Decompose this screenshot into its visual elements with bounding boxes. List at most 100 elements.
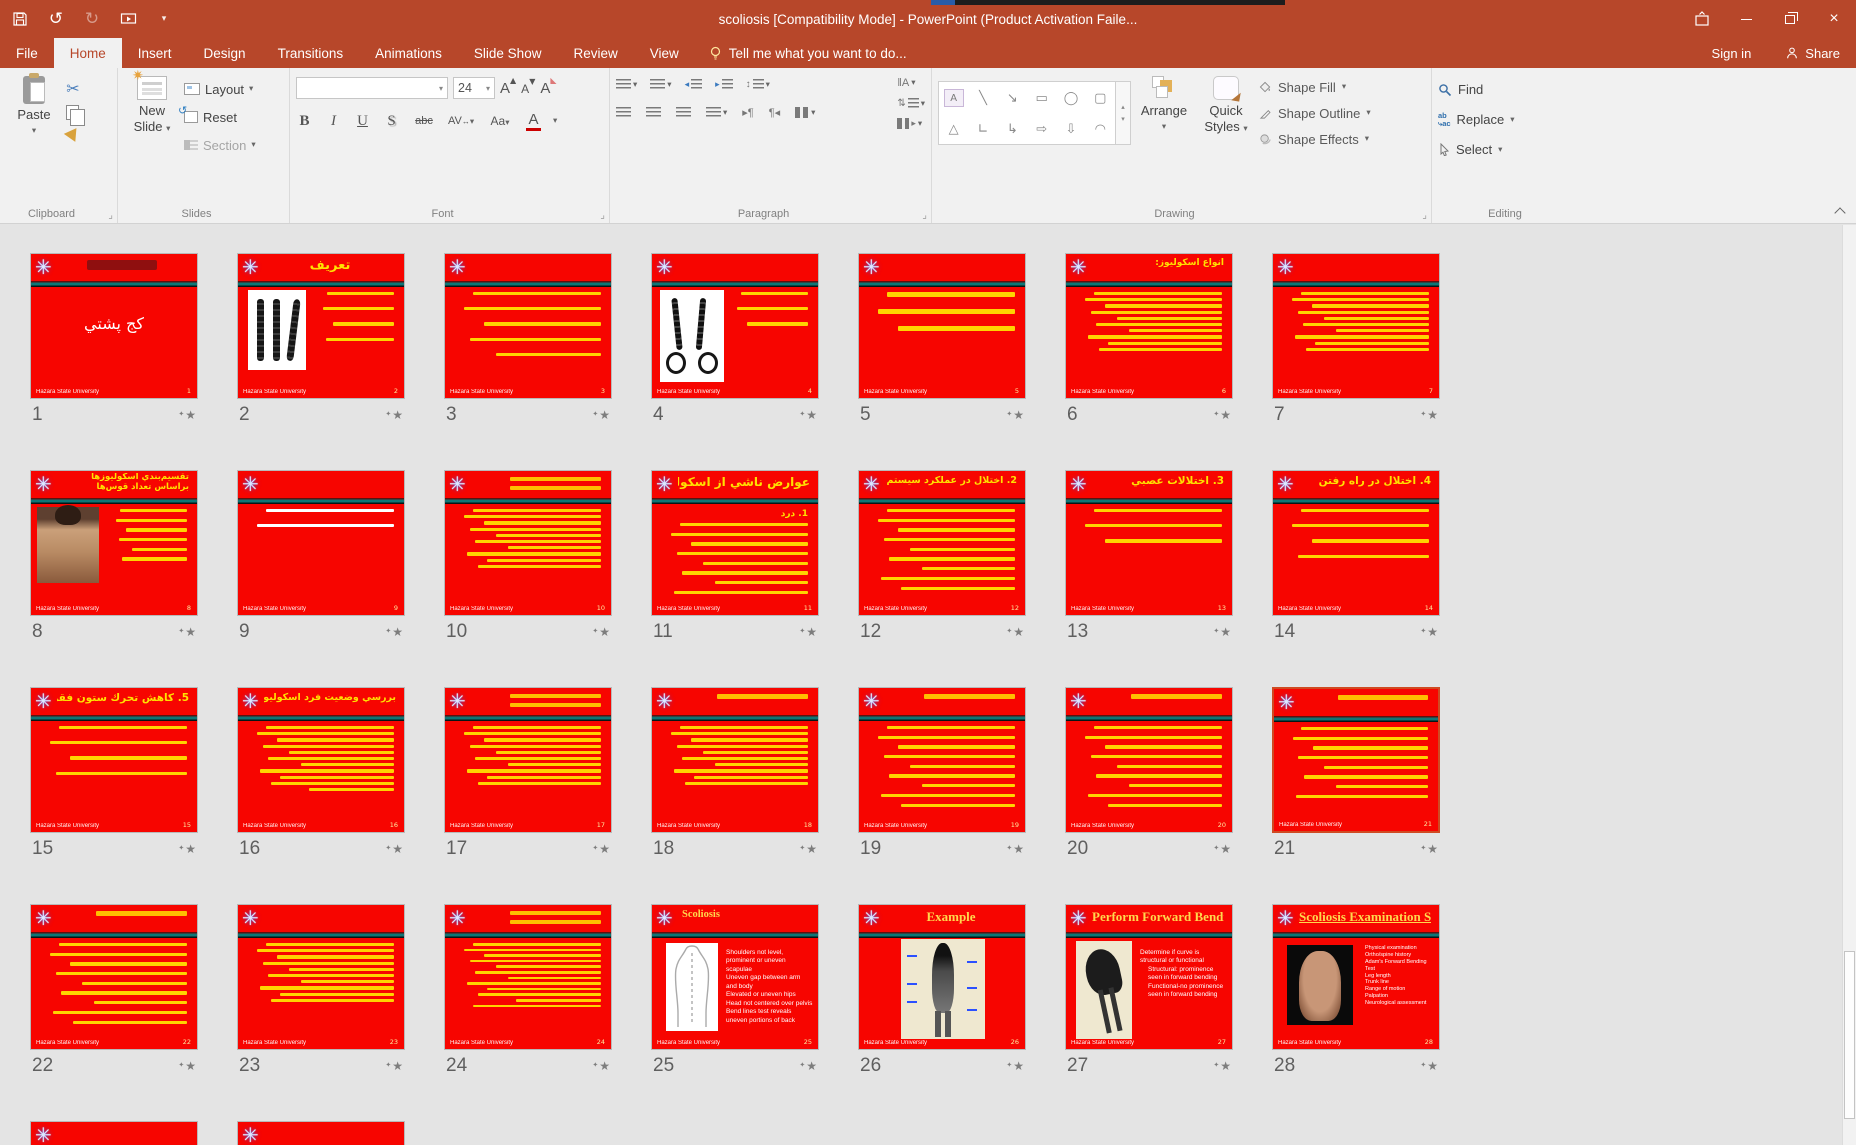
animation-indicator-icon[interactable]: ✦★ <box>799 408 817 422</box>
right-to-left-icon[interactable]: ¶◂ <box>769 106 780 119</box>
animation-indicator-icon[interactable]: ✦★ <box>1420 1059 1438 1073</box>
tab-review[interactable]: Review <box>557 38 633 68</box>
font-name-combo[interactable]: ▾ <box>296 77 448 99</box>
new-slide-button[interactable]: NewSlide ▾ <box>124 73 180 203</box>
character-spacing-button[interactable]: AV↔▾ <box>448 115 474 127</box>
shape-effects-button[interactable]: Shape Effects▾ <box>1259 129 1371 149</box>
slide-thumbnail-10[interactable]: ✳Hazara State University10 <box>444 470 612 616</box>
animation-indicator-icon[interactable]: ✦★ <box>1420 625 1438 639</box>
shape-glyph-5[interactable]: ▢ <box>1094 91 1106 106</box>
animation-indicator-icon[interactable]: ✦★ <box>592 842 610 856</box>
shape-glyph-9[interactable]: ⇨ <box>1036 122 1047 137</box>
animation-indicator-icon[interactable]: ✦★ <box>178 842 196 856</box>
align-text-button[interactable]: ⇅▾ <box>897 98 925 109</box>
close-button[interactable]: × <box>1812 0 1856 38</box>
animation-indicator-icon[interactable]: ✦★ <box>1006 1059 1024 1073</box>
slide-thumbnail-7[interactable]: ✳Hazara State University7 <box>1272 253 1440 399</box>
collapse-ribbon-icon[interactable] <box>1834 207 1845 218</box>
animation-indicator-icon[interactable]: ✦★ <box>178 408 196 422</box>
justify-icon[interactable]: ▾ <box>706 107 727 118</box>
bullets-button[interactable]: ▾ <box>616 79 637 90</box>
shape-glyph-4[interactable]: ◯ <box>1064 91 1079 106</box>
undo-icon[interactable]: ↺ <box>46 9 66 29</box>
animation-indicator-icon[interactable]: ✦★ <box>1213 1059 1231 1073</box>
paragraph-dialog-launcher[interactable]: ⌟ <box>922 210 927 221</box>
animation-indicator-icon[interactable]: ✦★ <box>1006 842 1024 856</box>
shape-glyph-2[interactable]: ↘ <box>1007 91 1018 106</box>
tab-home[interactable]: Home <box>54 38 122 68</box>
left-to-right-icon[interactable]: ▸¶ <box>742 106 753 119</box>
increase-indent-icon[interactable]: ▸ <box>715 79 733 90</box>
align-center-icon[interactable] <box>646 107 661 118</box>
align-left-icon[interactable] <box>616 107 631 118</box>
shape-glyph-6[interactable]: △ <box>949 122 959 137</box>
animation-indicator-icon[interactable]: ✦★ <box>1006 408 1024 422</box>
vertical-scrollbar[interactable] <box>1842 225 1856 1145</box>
slide-thumbnail-20[interactable]: ✳Hazara State University20 <box>1065 687 1233 833</box>
customize-qat-arrow[interactable]: ▾ <box>154 9 174 29</box>
slide-thumbnail-19[interactable]: ✳Hazara State University19 <box>858 687 1026 833</box>
save-icon[interactable] <box>10 9 30 29</box>
slide-thumbnail-9[interactable]: ✳Hazara State University9 <box>237 470 405 616</box>
slide-thumbnail-13[interactable]: ✳3. اختلالات عصبيHazara State University… <box>1065 470 1233 616</box>
sign-in-button[interactable]: Sign in <box>1694 38 1770 68</box>
shape-glyph-7[interactable]: ∟ <box>978 122 989 137</box>
shapes-gallery-more[interactable]: ▴▾ <box>1116 81 1131 145</box>
start-from-beginning-icon[interactable] <box>118 9 138 29</box>
slide-thumbnail-21[interactable]: ✳Hazara State University21 <box>1272 687 1440 833</box>
line-spacing-button[interactable]: ↕▾ <box>746 79 770 90</box>
paste-button[interactable]: Paste▾ <box>6 73 62 203</box>
slide-thumbnail-25[interactable]: ✳ScoliosisShoulders not level, prominent… <box>651 904 819 1050</box>
align-right-icon[interactable] <box>676 107 691 118</box>
shape-glyph-0[interactable]: A <box>944 89 964 107</box>
animation-indicator-icon[interactable]: ✦★ <box>592 1059 610 1073</box>
tab-file[interactable]: File <box>0 38 54 68</box>
slide-thumbnail-28[interactable]: ✳Scoliosis Examination SummaryPhysical e… <box>1272 904 1440 1050</box>
cut-icon[interactable]: ✂ <box>66 79 80 98</box>
tab-insert[interactable]: Insert <box>122 38 188 68</box>
slide-thumbnail-26[interactable]: ✳ExampleHazara State University26 <box>858 904 1026 1050</box>
drawing-dialog-launcher[interactable]: ⌟ <box>1422 210 1427 221</box>
animation-indicator-icon[interactable]: ✦★ <box>1006 625 1024 639</box>
redo-icon[interactable]: ↻ <box>82 9 102 29</box>
text-shadow-button[interactable]: S <box>383 113 400 130</box>
slide-thumbnail-24[interactable]: ✳Hazara State University24 <box>444 904 612 1050</box>
shape-glyph-1[interactable]: ╲ <box>979 91 987 106</box>
font-color-button[interactable]: A <box>526 111 541 131</box>
scrollbar-thumb[interactable] <box>1844 951 1855 1119</box>
slide-thumbnail-8[interactable]: ✳تقسيم‌بندي اسكوليوزها براساس تعداد قوس‌… <box>30 470 198 616</box>
strikethrough-button[interactable]: abc <box>412 115 436 127</box>
slide-thumbnail-29[interactable]: ✳ <box>30 1121 198 1145</box>
shape-fill-button[interactable]: Shape Fill▾ <box>1259 77 1371 97</box>
restore-button[interactable] <box>1768 0 1812 38</box>
animation-indicator-icon[interactable]: ✦★ <box>592 625 610 639</box>
clear-formatting-icon[interactable]: A◣ <box>540 80 556 97</box>
decrease-indent-icon[interactable]: ◂ <box>685 79 703 90</box>
ribbon-display-options-icon[interactable] <box>1680 0 1724 38</box>
slide-thumbnail-12[interactable]: ✳2. اختلال در عملكرد سيستم قلبي ريويHaza… <box>858 470 1026 616</box>
bold-button[interactable]: B <box>296 113 313 130</box>
clipboard-dialog-launcher[interactable]: ⌟ <box>108 210 113 221</box>
slide-thumbnail-6[interactable]: ✳انواع اسكوليوز:Hazara State University6 <box>1065 253 1233 399</box>
tab-view[interactable]: View <box>634 38 695 68</box>
quick-styles-button[interactable]: QuickStyles ▾ <box>1197 73 1255 203</box>
shape-glyph-11[interactable]: ◠ <box>1095 122 1106 137</box>
shape-glyph-3[interactable]: ▭ <box>1036 91 1048 106</box>
animation-indicator-icon[interactable]: ✦★ <box>1420 408 1438 422</box>
change-case-button[interactable]: Aa▾ <box>486 114 514 128</box>
slide-thumbnail-11[interactable]: ✳عوارض ناشي از اسكوليوز:1. دردHazara Sta… <box>651 470 819 616</box>
slide-thumbnail-15[interactable]: ✳5. كاهش تحرك ستون فقراتHazara State Uni… <box>30 687 198 833</box>
arrange-button[interactable]: Arrange▾ <box>1135 73 1193 203</box>
animation-indicator-icon[interactable]: ✦★ <box>385 408 403 422</box>
reset-button[interactable]: Reset <box>184 107 256 127</box>
slide-thumbnail-14[interactable]: ✳4. اختلال در راه رفتنHazara State Unive… <box>1272 470 1440 616</box>
animation-indicator-icon[interactable]: ✦★ <box>592 408 610 422</box>
slide-thumbnail-5[interactable]: ✳Hazara State University5 <box>858 253 1026 399</box>
find-button[interactable]: Find <box>1438 79 1515 100</box>
decrease-font-size-icon[interactable]: A▼ <box>521 81 535 96</box>
font-size-combo[interactable]: 24▾ <box>453 77 495 99</box>
animation-indicator-icon[interactable]: ✦★ <box>385 625 403 639</box>
animation-indicator-icon[interactable]: ✦★ <box>1213 625 1231 639</box>
share-button[interactable]: Share <box>1769 38 1856 68</box>
slide-thumbnail-1[interactable]: ✳كج پشتيHazara State University1 <box>30 253 198 399</box>
